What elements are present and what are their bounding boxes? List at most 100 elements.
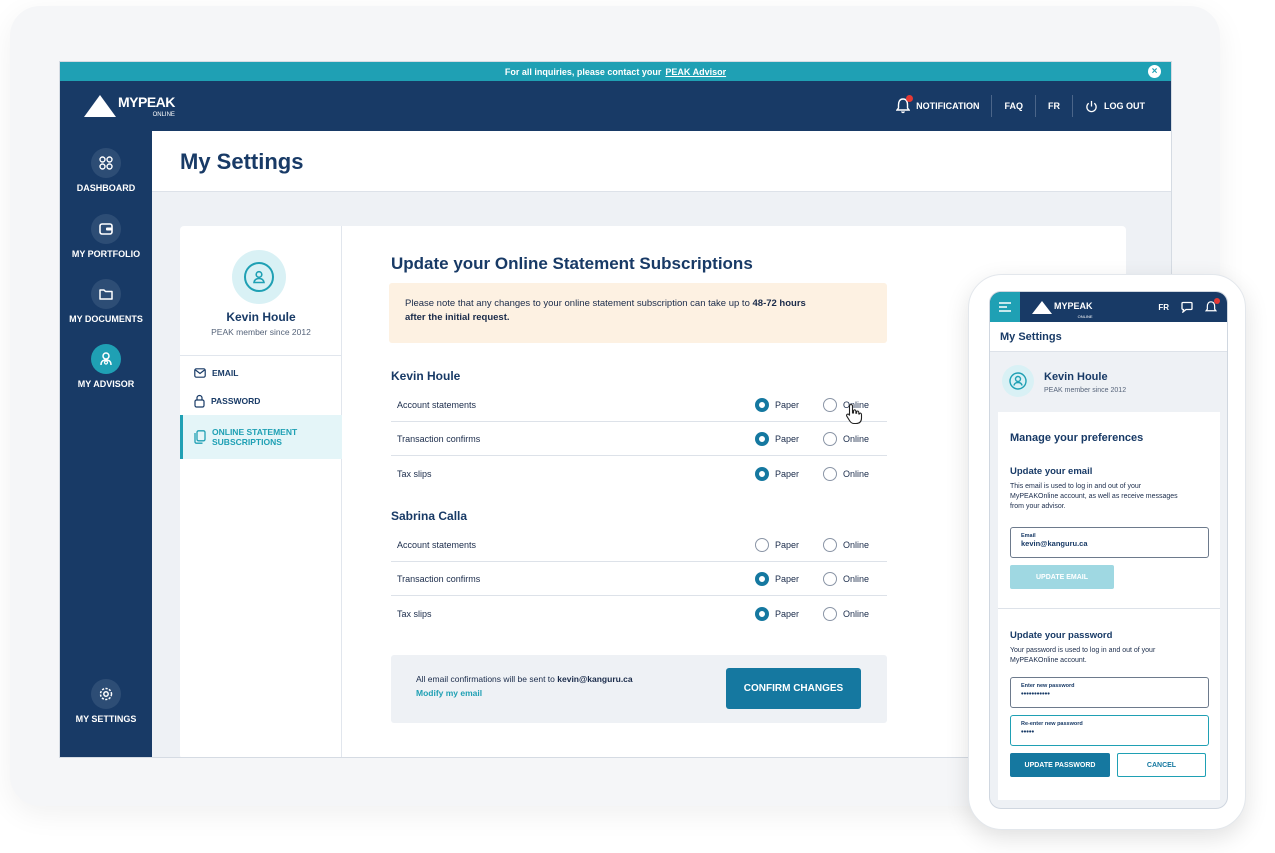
- paper-option[interactable]: Paper: [755, 398, 799, 412]
- folder-icon: [91, 279, 121, 309]
- section-title: Manage your preferences: [1010, 432, 1144, 444]
- menu-label: PASSWORD: [211, 396, 261, 406]
- wallet-icon: [91, 214, 121, 244]
- mountain-icon: [1032, 300, 1052, 314]
- paper-radio[interactable]: [755, 572, 769, 586]
- sidebar-label: DASHBOARD: [76, 183, 136, 193]
- notice-text: Please note that any changes to your onl…: [405, 298, 753, 309]
- sidebar-item-advisor[interactable]: MY ADVISOR: [60, 344, 152, 389]
- paper-radio[interactable]: [755, 466, 769, 481]
- sidebar-label: MY PORTFOLIO: [71, 249, 141, 259]
- mobile-logo[interactable]: MYPEAK ONLINE: [1032, 296, 1093, 319]
- subscription-row: Tax slips Paper Online: [391, 457, 887, 490]
- avatar: [1002, 365, 1034, 397]
- reenter-password-field[interactable]: Re-enter new password •••••: [1010, 715, 1209, 746]
- lock-icon: [194, 394, 205, 408]
- sidebar-item-documents[interactable]: MY DOCUMENTS: [60, 279, 152, 324]
- radio-label: Paper: [775, 468, 800, 479]
- subscription-row: Transaction confirms Paper Online: [391, 563, 887, 596]
- peak-advisor-link[interactable]: PEAK Advisor: [665, 67, 726, 77]
- bell-icon: [895, 95, 914, 114]
- member-since: PEAK member since 2012: [1044, 387, 1127, 394]
- email-confirm-text: All email confirmations will be sent to …: [416, 674, 633, 684]
- menu-label: SUBSCRIPTIONS: [212, 437, 282, 447]
- logo-text: MYPEAK: [118, 94, 175, 110]
- advisor-icon: [91, 344, 121, 374]
- language-toggle[interactable]: FR: [1158, 303, 1169, 312]
- footer-email: kevin@kanguru.ca: [557, 674, 633, 684]
- update-email-button[interactable]: UPDATE EMAIL: [1010, 565, 1114, 589]
- user-icon: [1009, 372, 1027, 390]
- new-password-field[interactable]: Enter new password •••••••••••: [1010, 677, 1209, 708]
- update-password-button[interactable]: UPDATE PASSWORD: [1010, 753, 1110, 777]
- paper-radio[interactable]: [755, 606, 769, 621]
- sidebar-label: MY SETTINGS: [75, 714, 137, 724]
- logo-subtext: ONLINE: [1077, 313, 1093, 319]
- confirm-footer: All email confirmations will be sent to …: [391, 655, 887, 723]
- page-header: My Settings: [152, 131, 1171, 192]
- row-label: Tax slips: [397, 468, 432, 479]
- paper-option[interactable]: Paper: [755, 466, 800, 481]
- logo-text: MYPEAK: [1054, 300, 1093, 311]
- menu-item-online-statement-subscriptions[interactable]: ONLINE STATEMENT SUBSCRIPTIONS: [180, 415, 342, 459]
- chat-icon[interactable]: [1181, 301, 1193, 313]
- profile-panel: Kevin Houle PEAK member since 2012 EMAIL…: [180, 226, 342, 757]
- paper-option[interactable]: Paper: [755, 606, 799, 621]
- online-option[interactable]: Online: [823, 538, 869, 552]
- notification-dot: [1214, 297, 1220, 304]
- paper-option[interactable]: Paper: [755, 432, 799, 446]
- logo-subtext: ONLINE: [152, 112, 175, 118]
- processing-notice: Please note that any changes to your onl…: [389, 283, 887, 343]
- logout-button[interactable]: LOG OUT: [1073, 95, 1157, 117]
- paper-radio[interactable]: [755, 538, 769, 552]
- field-value: •••••••••••: [1021, 689, 1050, 698]
- page-title: My Settings: [1000, 331, 1062, 343]
- subscription-row: Transaction confirms Paper Online: [391, 423, 887, 456]
- notification-dot: [906, 95, 914, 102]
- sidebar-label: MY ADVISOR: [77, 379, 135, 389]
- online-radio[interactable]: [823, 538, 837, 552]
- online-option[interactable]: Online: [823, 572, 869, 586]
- page-title: My Settings: [180, 149, 304, 174]
- sidebar-item-dashboard[interactable]: DASHBOARD: [60, 148, 152, 193]
- divider: [998, 608, 1220, 609]
- sidebar-item-settings[interactable]: MY SETTINGS: [60, 679, 152, 724]
- cancel-button[interactable]: CANCEL: [1117, 753, 1206, 777]
- paper-radio[interactable]: [755, 432, 769, 446]
- gear-icon: [91, 679, 121, 709]
- radio-label: Online: [843, 574, 870, 584]
- online-radio[interactable]: [823, 398, 837, 412]
- faq-link[interactable]: FAQ: [992, 95, 1035, 117]
- menu-item-email[interactable]: EMAIL: [180, 366, 342, 380]
- radio-label: Paper: [775, 540, 800, 550]
- close-icon[interactable]: ×: [1148, 65, 1161, 78]
- email-field[interactable]: Email kevin@kanguru.ca: [1010, 527, 1209, 558]
- online-option[interactable]: Online: [823, 466, 870, 481]
- online-radio[interactable]: [823, 432, 837, 446]
- mypeak-logo[interactable]: MYPEAK ONLINE: [84, 94, 175, 118]
- radio-label: Online: [843, 608, 870, 619]
- row-label: Transaction confirms: [397, 574, 481, 584]
- grid-icon: [91, 148, 121, 178]
- paper-radio[interactable]: [755, 398, 769, 412]
- menu-item-password[interactable]: PASSWORD: [180, 393, 342, 409]
- field-value: kevin@kanguru.ca: [1021, 539, 1088, 548]
- hamburger-menu-icon[interactable]: [990, 292, 1020, 322]
- paper-option[interactable]: Paper: [755, 572, 799, 586]
- sidebar-item-portfolio[interactable]: MY PORTFOLIO: [60, 214, 152, 259]
- online-radio[interactable]: [823, 606, 837, 621]
- paper-option[interactable]: Paper: [755, 538, 799, 552]
- confirm-changes-button[interactable]: CONFIRM CHANGES: [726, 668, 861, 709]
- row-label: Account statements: [397, 540, 477, 550]
- online-radio[interactable]: [823, 466, 837, 481]
- section-title: Update your Online Statement Subscriptio…: [391, 254, 753, 273]
- online-option[interactable]: Online: [823, 432, 869, 446]
- online-option[interactable]: Online: [823, 606, 870, 621]
- online-radio[interactable]: [823, 572, 837, 586]
- modify-email-link[interactable]: Modify my email: [416, 688, 482, 698]
- menu-label: ONLINE STATEMENT: [212, 426, 298, 437]
- bell-icon[interactable]: [1204, 297, 1220, 314]
- notification-button[interactable]: NOTIFICATION: [884, 95, 991, 117]
- radio-label: Online: [843, 468, 870, 479]
- language-toggle[interactable]: FR: [1036, 95, 1072, 117]
